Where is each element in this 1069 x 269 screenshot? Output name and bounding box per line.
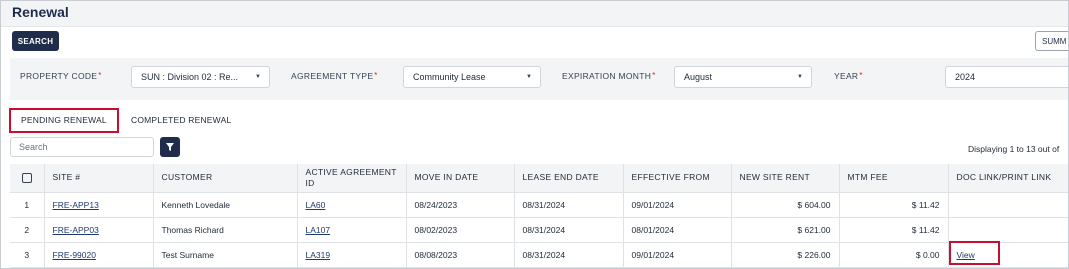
mtm-fee-cell: $ 11.42 — [839, 192, 949, 218]
tab-completed-renewal[interactable]: COMPLETED RENEWAL — [131, 108, 231, 132]
agreement-link-text[interactable]: LA319 — [306, 250, 331, 260]
expiration-month-label: EXPIRATION MONTH* — [562, 71, 656, 81]
agreement-type-label: AGREEMENT TYPE* — [291, 71, 378, 81]
customer-cell: Test Surname — [153, 242, 298, 268]
active-tab-highlight — [9, 108, 119, 133]
doc-link-cell — [948, 192, 1068, 218]
move-in-date-cell: 08/24/2023 — [406, 192, 515, 218]
column-header-effective-from[interactable]: EFFECTIVE FROM — [623, 164, 732, 193]
column-header-site[interactable]: SITE # — [44, 164, 154, 193]
agreement-type-select[interactable]: Community Lease ▼ — [403, 66, 541, 88]
chevron-down-icon: ▼ — [255, 74, 261, 80]
filter-icon — [166, 143, 174, 151]
new-site-rent-cell: $ 226.00 — [731, 242, 840, 268]
lease-end-date-cell: 08/31/2024 — [514, 217, 624, 243]
summary-button[interactable]: SUMM — [1035, 31, 1068, 51]
site-link[interactable]: FRE-99020 — [44, 242, 154, 268]
site-link-text[interactable]: FRE-99020 — [53, 250, 96, 260]
select-all-checkbox[interactable] — [21, 173, 32, 183]
agreement-link-text[interactable]: LA60 — [306, 200, 326, 210]
title-bar: Renewal — [1, 1, 1068, 27]
site-link-text[interactable]: FRE-APP03 — [53, 225, 99, 235]
agreement-link[interactable]: LA60 — [297, 192, 407, 218]
customer-cell: Kenneth Lovedale — [153, 192, 298, 218]
column-header-doc-link[interactable]: DOC LINK/PRINT LINK — [948, 164, 1068, 193]
property-code-select[interactable]: SUN : Division 02 : Re... ▼ — [131, 66, 270, 88]
lease-end-date-cell: 08/31/2024 — [514, 192, 624, 218]
customer-cell: Thomas Richard — [153, 217, 298, 243]
doc-link-cell — [948, 217, 1068, 243]
table-header-row: SITE # CUSTOMER ACTIVE AGREEMENT ID MOVE… — [10, 164, 1068, 193]
chevron-down-icon: ▼ — [526, 74, 532, 80]
filter-button[interactable] — [160, 137, 180, 157]
mtm-fee-cell: $ 11.42 — [839, 217, 949, 243]
column-header-customer[interactable]: CUSTOMER — [153, 164, 298, 193]
lease-end-date-cell: 08/31/2024 — [514, 242, 624, 268]
year-select[interactable]: 2024 — [945, 66, 1068, 88]
effective-from-cell: 09/01/2024 — [623, 242, 732, 268]
move-in-date-cell: 08/02/2023 — [406, 217, 515, 243]
expiration-month-value: August — [684, 72, 713, 82]
site-link-text[interactable]: FRE-APP13 — [53, 200, 99, 210]
page-title: Renewal — [12, 4, 69, 20]
agreement-link[interactable]: LA319 — [297, 242, 407, 268]
property-code-label: PROPERTY CODE* — [20, 71, 102, 81]
new-site-rent-cell: $ 604.00 — [731, 192, 840, 218]
new-site-rent-cell: $ 621.00 — [731, 217, 840, 243]
mtm-fee-cell: $ 0.00 — [839, 242, 949, 268]
column-header-lease-end-date[interactable]: LEASE END DATE — [514, 164, 624, 193]
row-number: 1 — [10, 192, 45, 218]
agreement-type-value: Community Lease — [413, 72, 486, 82]
year-value: 2024 — [955, 72, 976, 82]
filter-panel: PROPERTY CODE* SUN : Division 02 : Re...… — [10, 58, 1068, 100]
year-label: YEAR* — [834, 71, 863, 81]
site-link[interactable]: FRE-APP03 — [44, 217, 154, 243]
renewal-table: SITE # CUSTOMER ACTIVE AGREEMENT ID MOVE… — [10, 164, 1068, 268]
move-in-date-cell: 08/08/2023 — [406, 242, 515, 268]
table-row: 3 FRE-99020 Test Surname LA319 08/08/202… — [10, 242, 1068, 268]
search-button[interactable]: SEARCH — [12, 31, 59, 51]
site-link[interactable]: FRE-APP13 — [44, 192, 154, 218]
select-all-header — [10, 164, 45, 193]
agreement-link-text[interactable]: LA107 — [306, 225, 331, 235]
property-code-value: SUN : Division 02 : Re... — [141, 72, 239, 82]
effective-from-cell: 09/01/2024 — [623, 192, 732, 218]
table-row: 2 FRE-APP03 Thomas Richard LA107 08/02/2… — [10, 217, 1068, 243]
agreement-link[interactable]: LA107 — [297, 217, 407, 243]
renewal-window: Renewal SEARCH SUMM PROPERTY CODE* SUN :… — [0, 0, 1069, 269]
pagination-summary: Displaying 1 to 13 out of — [968, 144, 1060, 154]
view-link-highlight — [949, 241, 1000, 265]
table-row: 1 FRE-APP13 Kenneth Lovedale LA60 08/24/… — [10, 192, 1068, 218]
row-number: 3 — [10, 242, 45, 268]
effective-from-cell: 08/01/2024 — [623, 217, 732, 243]
column-header-new-site-rent[interactable]: NEW SITE RENT — [731, 164, 840, 193]
column-header-agreement-id[interactable]: ACTIVE AGREEMENT ID — [297, 164, 407, 193]
column-header-mtm-fee[interactable]: MTM FEE — [839, 164, 949, 193]
search-input[interactable]: Search — [10, 137, 154, 157]
column-header-move-in-date[interactable]: MOVE IN DATE — [406, 164, 515, 193]
expiration-month-select[interactable]: August ▼ — [674, 66, 812, 88]
chevron-down-icon: ▼ — [797, 74, 803, 80]
row-number: 2 — [10, 217, 45, 243]
